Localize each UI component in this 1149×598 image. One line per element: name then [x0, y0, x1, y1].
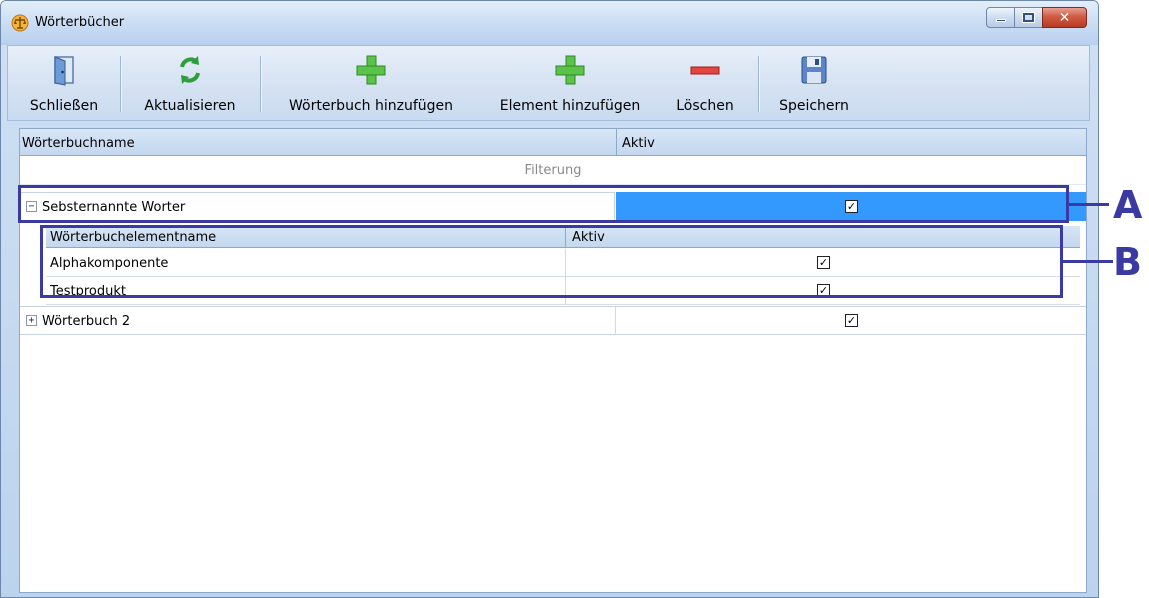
- toolbar-separator: [260, 56, 261, 112]
- close-window-button[interactable]: ✕: [1042, 7, 1087, 28]
- dictionaries-window: Wörterbücher ✕ Schließen Aktualisieren W…: [0, 0, 1099, 598]
- filter-row[interactable]: Filterung: [20, 156, 1086, 185]
- filter-placeholder: Filterung: [524, 163, 582, 178]
- active-checkbox[interactable]: ✓: [845, 314, 858, 327]
- column-divider: [616, 129, 617, 156]
- add-element-button-label: Element hinzufügen: [499, 98, 641, 114]
- window-controls: ✕: [986, 7, 1087, 29]
- floppy-save-icon: [801, 56, 827, 84]
- minus-icon: [690, 66, 720, 75]
- minimize-button[interactable]: [986, 7, 1015, 28]
- dictionary-name: Wörterbuch 2: [42, 314, 131, 329]
- column-header-active[interactable]: Aktiv: [622, 136, 655, 151]
- toolbar-separator: [120, 56, 121, 112]
- add-dictionary-button-label: Wörterbuch hinzufügen: [288, 98, 453, 114]
- refresh-icon: [180, 56, 200, 84]
- minimize-icon: [995, 19, 1006, 22]
- annotation-label-a: A: [1113, 183, 1143, 227]
- plus-icon: [555, 55, 585, 85]
- grid-header: Wörterbuchname Aktiv: [20, 129, 1086, 156]
- annotation-label-b: B: [1113, 240, 1142, 284]
- toolbar-separator: [758, 56, 759, 112]
- add-dictionary-button[interactable]: Wörterbuch hinzufügen: [266, 46, 476, 122]
- save-button[interactable]: Speichern: [764, 46, 864, 122]
- close-button-label: Schließen: [29, 98, 99, 114]
- maximize-icon: [1023, 13, 1034, 22]
- scales-icon: [11, 14, 29, 32]
- table-row[interactable]: + Wörterbuch 2 ✓: [20, 306, 1086, 335]
- title-bar: Wörterbücher ✕: [1, 1, 1098, 45]
- save-button-label: Speichern: [779, 98, 849, 114]
- annotation-line-a: [1069, 203, 1109, 206]
- maximize-button[interactable]: [1014, 7, 1043, 28]
- delete-button-label: Löschen: [676, 98, 734, 114]
- annotation-box-a: [18, 185, 1069, 223]
- refresh-button-label: Aktualisieren: [144, 98, 236, 114]
- add-element-button[interactable]: Element hinzufügen: [480, 46, 660, 122]
- delete-button[interactable]: Löschen: [660, 46, 750, 122]
- close-button[interactable]: Schließen: [14, 46, 114, 122]
- cell-divider: [615, 307, 616, 335]
- close-icon: ✕: [1058, 9, 1071, 26]
- refresh-button[interactable]: Aktualisieren: [128, 46, 252, 122]
- window-title: Wörterbücher: [35, 15, 125, 30]
- annotation-box-b: [40, 225, 1063, 298]
- column-header-name[interactable]: Wörterbuchname: [22, 136, 135, 151]
- door-exit-icon: [54, 56, 74, 86]
- plus-icon: [356, 55, 386, 85]
- annotation-line-b: [1063, 260, 1113, 263]
- expand-icon[interactable]: +: [26, 315, 37, 326]
- toolbar: Schließen Aktualisieren Wörterbuch hinzu…: [7, 45, 1090, 121]
